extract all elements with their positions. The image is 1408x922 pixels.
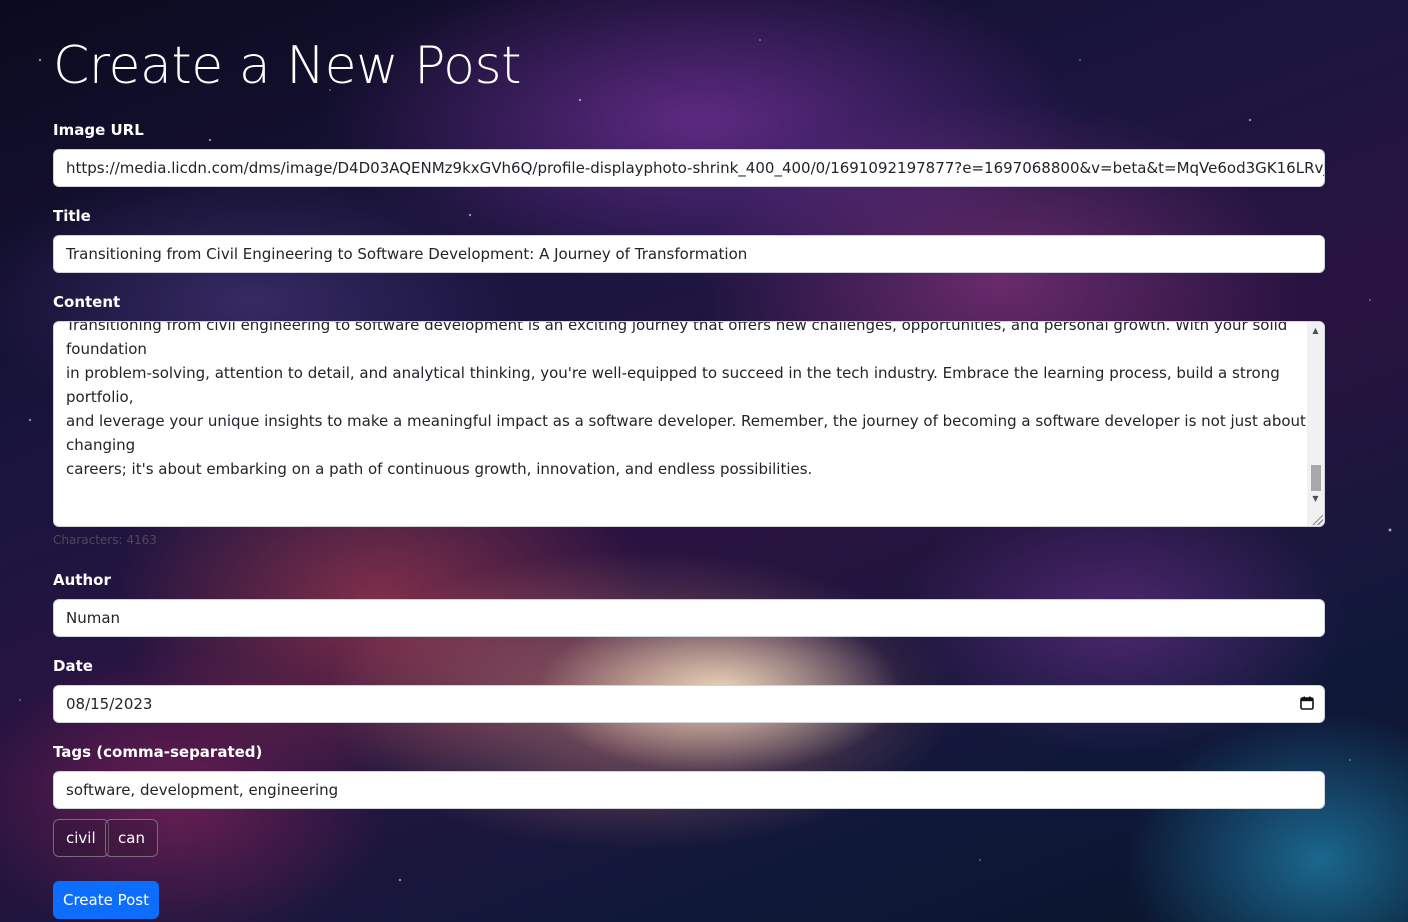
title-label: Title	[53, 207, 91, 225]
scroll-down-arrow-icon[interactable]: ▼	[1307, 492, 1324, 506]
content-text: Transitioning from civil engineering to …	[66, 321, 1306, 481]
title-input[interactable]: Transitioning from Civil Engineering to …	[53, 235, 1325, 273]
page-title: Create a New Post	[53, 36, 521, 96]
image-url-label: Image URL	[53, 121, 144, 139]
author-label: Author	[53, 571, 111, 589]
calendar-icon[interactable]	[1300, 696, 1314, 710]
content-line: Transitioning from civil engineering to …	[66, 321, 1288, 358]
tag-chip[interactable]: can	[105, 819, 158, 857]
character-count: Characters: 4163	[53, 533, 157, 547]
scroll-up-arrow-icon[interactable]: ▲	[1307, 324, 1324, 338]
image-url-input[interactable]: https://media.licdn.com/dms/image/D4D03A…	[53, 149, 1325, 187]
tag-chip[interactable]: civil	[53, 819, 109, 857]
resize-handle-icon[interactable]	[1311, 513, 1323, 525]
content-scrollbar[interactable]: ▲ ▼	[1307, 322, 1324, 526]
content-line: in problem-solving, attention to detail,…	[66, 364, 1280, 406]
content-line: and leverage your unique insights to mak…	[66, 412, 1306, 454]
content-line: careers; it's about embarking on a path …	[66, 460, 813, 478]
tags-label: Tags (comma-separated)	[53, 743, 263, 761]
scrollbar-thumb[interactable]	[1311, 465, 1321, 491]
tags-input[interactable]: software, development, engineering	[53, 771, 1325, 809]
content-textarea[interactable]: Transitioning from civil engineering to …	[53, 321, 1325, 527]
author-input[interactable]: Numan	[53, 599, 1325, 637]
date-input[interactable]: 08/15/2023	[53, 685, 1325, 723]
content-label: Content	[53, 293, 121, 311]
create-post-button[interactable]: Create Post	[53, 881, 159, 919]
date-value: 08/15/2023	[66, 695, 153, 713]
date-label: Date	[53, 657, 93, 675]
